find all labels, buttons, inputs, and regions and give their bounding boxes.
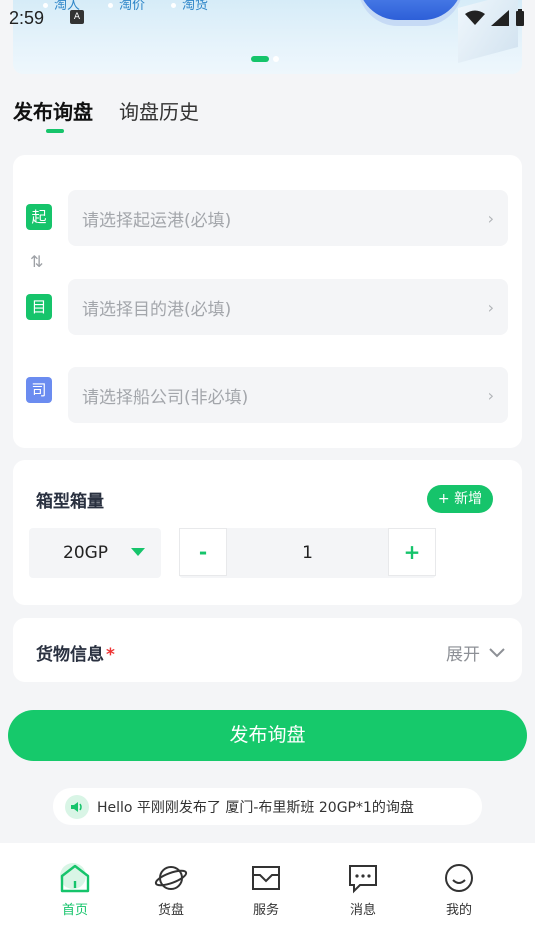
inquiry-tabs: 发布询盘 询盘历史 (13, 96, 199, 133)
speaker-icon (65, 794, 89, 819)
cargo-card: 货物信息 * 展开 (13, 618, 522, 682)
nav-item-home[interactable]: 首页 (45, 861, 105, 918)
quantity-value[interactable]: 1 (227, 528, 388, 578)
decrease-button[interactable]: - (179, 528, 227, 576)
signal-icon (491, 10, 509, 26)
nav-label: 货盘 (157, 903, 184, 918)
dest-badge-wrap: 目 (26, 294, 52, 320)
nav-label: 首页 (61, 903, 88, 918)
dest-port-select[interactable]: 请选择目的港(必填) › (68, 279, 508, 335)
nav-item-cargo[interactable]: 货盘 (141, 861, 201, 918)
banner-pagination (251, 56, 279, 62)
keyboard-icon: A (70, 10, 84, 24)
tab-publish-inquiry[interactable]: 发布询盘 (13, 96, 93, 133)
chevron-right-icon: › (487, 208, 494, 228)
planet-icon (154, 866, 188, 890)
smile-icon (445, 864, 473, 892)
quantity-stepper: - 1 + (179, 528, 436, 578)
tab-inquiry-history[interactable]: 询盘历史 (119, 96, 199, 125)
nav-label: 消息 (349, 903, 376, 918)
nav-item-service[interactable]: 服务 (236, 861, 296, 918)
home-icon (60, 863, 90, 893)
cargo-title: 货物信息 * (36, 640, 115, 665)
origin-port-select[interactable]: 请选择起运港(必填) › (68, 190, 508, 246)
nav-item-messages[interactable]: 消息 (333, 861, 393, 918)
swap-icon[interactable]: ⇅ (30, 252, 43, 271)
chevron-right-icon: › (487, 297, 494, 317)
origin-badge-wrap: 起 (26, 204, 52, 230)
nav-label: 服务 (252, 903, 279, 918)
add-container-button[interactable]: + 新增 (427, 485, 493, 513)
nav-item-mine[interactable]: 我的 (429, 861, 489, 918)
chevron-right-icon: › (487, 385, 494, 405)
pagination-dot (273, 56, 279, 62)
increase-button[interactable]: + (388, 528, 436, 576)
nav-label: 我的 (445, 903, 472, 918)
message-icon (349, 865, 377, 894)
expand-toggle[interactable]: 展开 (446, 640, 506, 665)
container-title: 箱型箱量 (36, 492, 104, 512)
carrier-select[interactable]: 请选择船公司(非必填) › (68, 367, 508, 423)
wifi-icon (465, 10, 485, 25)
bottom-nav: 首页 货盘 服务 消息 我的 (0, 843, 535, 952)
notice-bar: Hello 平刚刚发布了 厦门-布里斯班 20GP*1的询盘 (53, 788, 482, 825)
carrier-badge: 司 (26, 377, 52, 403)
notice-text: Hello 平刚刚发布了 厦门-布里斯班 20GP*1的询盘 (97, 799, 414, 816)
pagination-dot-active (251, 56, 269, 62)
origin-badge: 起 (26, 204, 52, 230)
inbox-icon (252, 866, 280, 890)
container-type-value: 20GP (63, 543, 109, 563)
status-time: 2:59 (9, 8, 45, 28)
cargo-title-text: 货物信息 (36, 645, 104, 665)
chevron-down-icon (489, 647, 505, 657)
battery-icon (516, 9, 524, 26)
carrier-badge-wrap: 司 (26, 377, 52, 403)
container-type-select[interactable]: 20GP (29, 528, 161, 578)
container-card: 箱型箱量 + 新增 20GP - 1 + (13, 460, 522, 605)
origin-port-placeholder: 请选择起运港(必填) (82, 210, 232, 231)
ports-card: 起 请选择起运港(必填) › ⇅ 目 请选择目的港(必填) › 司 请选择船公司… (13, 155, 522, 448)
expand-label: 展开 (446, 645, 480, 665)
dropdown-triangle-icon (131, 548, 145, 556)
dest-badge: 目 (26, 294, 52, 320)
status-bar: 2:59 A (0, 0, 535, 36)
required-mark: * (106, 645, 115, 665)
carrier-placeholder: 请选择船公司(非必填) (82, 387, 249, 408)
publish-inquiry-button[interactable]: 发布询盘 (8, 710, 527, 761)
dest-port-placeholder: 请选择目的港(必填) (82, 299, 232, 320)
system-icons (465, 9, 525, 27)
